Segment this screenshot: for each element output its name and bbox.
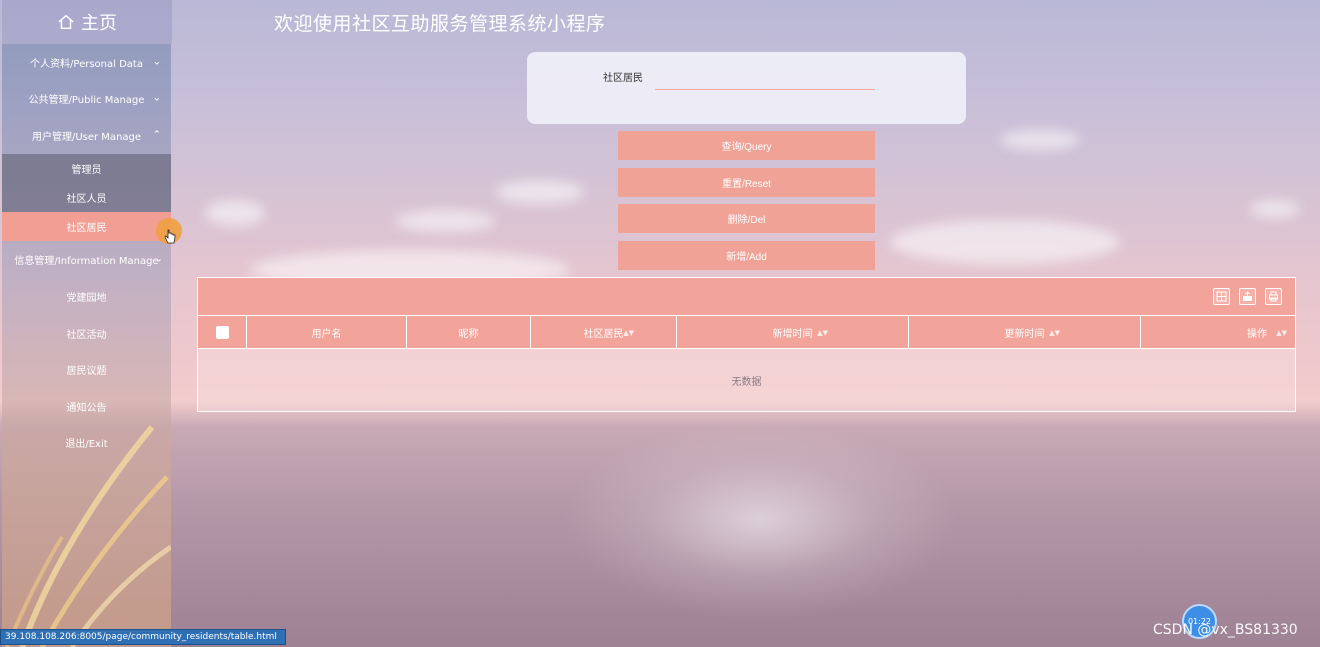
search-input[interactable]: [655, 66, 875, 90]
column-label: 昵称: [458, 329, 479, 340]
status-bar-url: 39.108.108.206:8005/page/community_resid…: [0, 629, 286, 645]
menu-user-manage[interactable]: 用户管理/User Manage ⌃: [2, 117, 171, 153]
cloud-decoration: [495, 180, 585, 204]
add-button[interactable]: 新增/Add: [618, 241, 875, 270]
column-community-resident[interactable]: 社区居民 ▲▼: [531, 316, 677, 349]
table-toolbar: [198, 278, 1295, 315]
column-nickname[interactable]: 昵称: [407, 316, 531, 349]
top-bar: 主页 欢迎使用社区互助服务管理系统小程序: [0, 0, 1320, 44]
page-title: 欢迎使用社区互助服务管理系统小程序: [274, 13, 606, 35]
print-icon[interactable]: [1265, 288, 1282, 305]
menu-user-manage-label: 用户管理/User Manage: [31, 131, 142, 143]
cloud-decoration: [395, 210, 495, 232]
sidebar-item-notices[interactable]: 通知公告: [2, 388, 171, 424]
query-button[interactable]: 查询/Query: [618, 131, 875, 160]
sidebar-item-label: 居民议题: [66, 365, 107, 377]
menu-information-manage-label: 信息管理/Information Manage: [14, 255, 159, 267]
menu-personal-data-label: 个人资料/Personal Data: [30, 58, 143, 70]
column-label: 操作: [1247, 329, 1267, 340]
home-label: 主页: [81, 13, 117, 34]
cloud-decoration: [1000, 130, 1080, 150]
sidebar-item-exit[interactable]: 退出/Exit: [2, 424, 171, 460]
chevron-down-icon: ⌄: [152, 92, 161, 104]
sidebar-item-community-activities[interactable]: 社区活动: [2, 315, 171, 351]
menu-information-manage[interactable]: 信息管理/Information Manage ⌄: [2, 241, 171, 277]
menu-public-manage[interactable]: 公共管理/Public Manage ⌄: [2, 80, 171, 116]
select-all-checkbox[interactable]: [215, 326, 229, 339]
chevron-down-icon: ⌄: [152, 56, 161, 68]
chevron-down-icon: ⌄: [154, 253, 163, 265]
table-header: 用户名 昵称 社区居民 ▲▼ 新增时间 ▲▼ 更新时间 ▲▼ 操作 ▲▼: [198, 315, 1295, 349]
hand-cursor-icon: [164, 229, 176, 244]
column-username[interactable]: 用户名: [247, 316, 407, 349]
select-all-cell: [198, 316, 247, 349]
sidebar: 个人资料/Personal Data ⌄ 公共管理/Public Manage …: [2, 44, 171, 647]
chevron-up-icon: ⌃: [152, 129, 161, 141]
cloud-decoration: [890, 220, 1120, 264]
cloud-decoration: [205, 200, 265, 226]
sidebar-item-resident-topics[interactable]: 居民议题: [2, 351, 171, 387]
menu-personal-data[interactable]: 个人资料/Personal Data ⌄: [2, 44, 171, 80]
sidebar-item-label: 通知公告: [66, 402, 107, 414]
sidebar-item-label: 社区人员: [66, 194, 107, 205]
menu-public-manage-label: 公共管理/Public Manage: [28, 94, 145, 106]
sidebar-item-party-building[interactable]: 党建园地: [2, 278, 171, 314]
cloud-decoration: [1250, 200, 1300, 218]
sort-icon[interactable]: ▲▼: [1049, 329, 1060, 337]
empty-state: 无数据: [198, 349, 1295, 411]
sidebar-item-label: 社区居民: [66, 223, 107, 234]
sidebar-item-label: 退出/Exit: [65, 438, 108, 450]
sidebar-item-label: 社区活动: [66, 329, 107, 341]
home-icon: [58, 14, 74, 30]
column-created-time[interactable]: 新增时间 ▲▼: [677, 316, 909, 349]
search-panel: 社区居民: [527, 52, 966, 124]
column-updated-time[interactable]: 更新时间 ▲▼: [909, 316, 1141, 349]
column-label: 新增时间: [772, 329, 813, 340]
search-label: 社区居民: [603, 73, 643, 84]
delete-button[interactable]: 删除/Del: [618, 204, 875, 233]
sort-icon[interactable]: ▲▼: [1276, 329, 1287, 337]
data-table: 用户名 昵称 社区居民 ▲▼ 新增时间 ▲▼ 更新时间 ▲▼ 操作 ▲▼ 无数据: [197, 277, 1296, 412]
export-icon[interactable]: [1239, 288, 1256, 305]
columns-filter-icon[interactable]: [1213, 288, 1230, 305]
sidebar-item-label: 管理员: [71, 165, 102, 176]
sidebar-item-label: 党建园地: [66, 292, 107, 304]
sea-sparkle: [560, 420, 960, 620]
sidebar-item-community-residents[interactable]: 社区居民: [2, 212, 171, 241]
sidebar-item-community-staff[interactable]: 社区人员: [2, 183, 171, 212]
column-label: 更新时间: [1004, 329, 1045, 340]
sort-icon[interactable]: ▲▼: [623, 329, 634, 337]
sidebar-item-admin[interactable]: 管理员: [2, 154, 171, 183]
watermark: CSDN @vx_BS81330: [1153, 622, 1298, 638]
column-actions: 操作 ▲▼: [1141, 316, 1295, 349]
column-label: 用户名: [311, 329, 342, 340]
column-label: 社区居民: [583, 329, 624, 340]
reset-button[interactable]: 重置/Reset: [618, 168, 875, 197]
sort-icon[interactable]: ▲▼: [817, 329, 828, 337]
home-link[interactable]: 主页: [2, 0, 172, 44]
